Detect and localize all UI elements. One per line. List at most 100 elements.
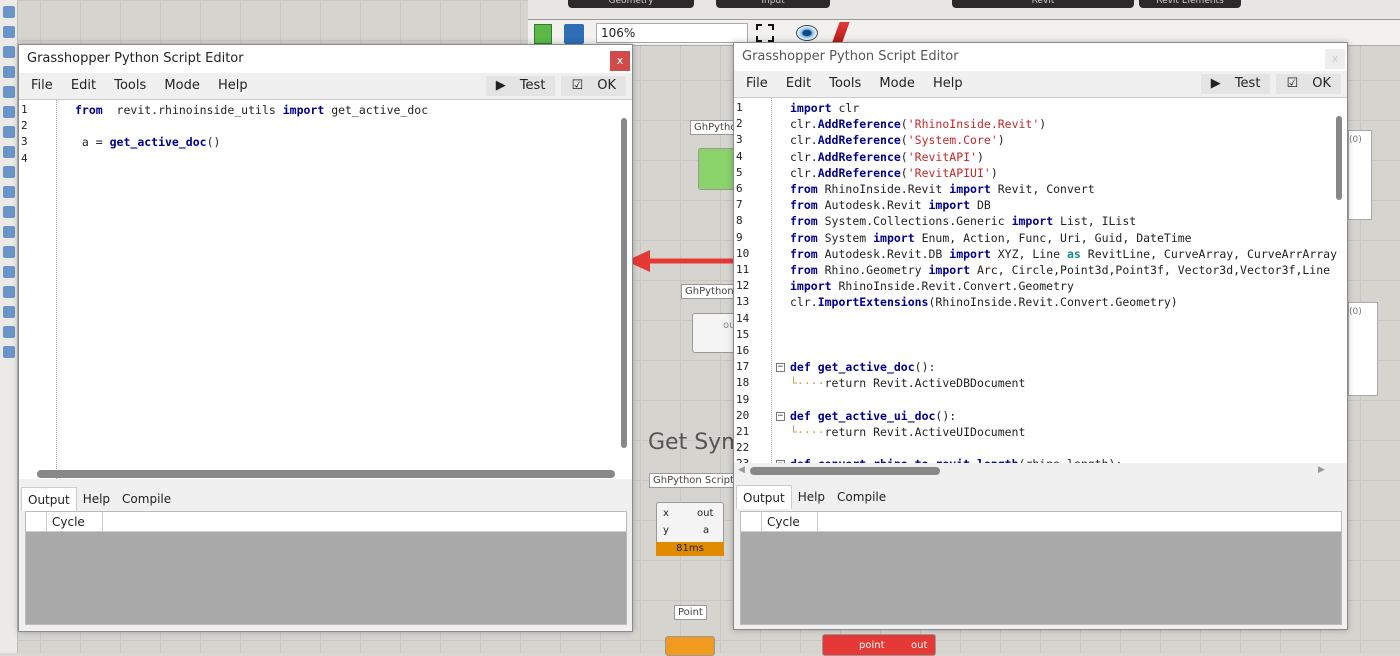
line-number: 4: [21, 151, 28, 165]
line-number: 15: [736, 327, 750, 341]
close-button[interactable]: x: [1325, 49, 1345, 69]
menu-bar: File Edit Tools Mode Help ▶ Test ☑ OK: [734, 71, 1347, 97]
sketch-pen-icon[interactable]: [832, 22, 850, 42]
column-header-cycle: Cycle: [52, 515, 85, 529]
ghpython-component[interactable]: ou: [692, 313, 736, 353]
code-line: from System import Enum, Action, Func, U…: [790, 230, 1192, 245]
canvas-component[interactable]: (0): [1348, 302, 1378, 396]
vertical-scrollbar[interactable]: [621, 118, 627, 448]
menu-mode[interactable]: Mode: [164, 78, 199, 93]
line-number: 5: [736, 165, 743, 179]
tab-help[interactable]: Help: [77, 487, 116, 511]
runtime-badge: 81ms: [656, 542, 724, 556]
output-panel: Cycle: [25, 511, 627, 625]
code-line: └····return Revit.ActiveUIDocument: [790, 425, 1026, 439]
horizontal-scrollbar[interactable]: [37, 470, 615, 478]
code-line: clr.ImportExtensions(RhinoInside.Revit.C…: [790, 295, 1178, 310]
vertical-scrollbar[interactable]: [1336, 116, 1342, 200]
line-number: 14: [736, 311, 750, 325]
code-line: clr.AddReference('RevitAPI'): [790, 149, 984, 164]
fold-toggle-icon[interactable]: −: [776, 411, 785, 421]
open-file-icon[interactable]: [534, 24, 552, 44]
line-number: 17: [736, 360, 750, 374]
component-tab-bar: Geometry Input Revit Revit Elements: [528, 0, 1400, 20]
test-button[interactable]: ▶ Test: [1200, 74, 1271, 94]
window-title: Grasshopper Python Script Editor: [742, 49, 959, 64]
checkbox-icon: ☑: [1281, 76, 1308, 91]
canvas-component[interactable]: (0): [1348, 130, 1372, 220]
scroll-left-icon[interactable]: ◀: [738, 465, 745, 475]
menu-help[interactable]: Help: [218, 78, 248, 93]
zoom-extents-icon[interactable]: [756, 24, 774, 42]
tab-help[interactable]: Help: [792, 485, 831, 509]
tab-output[interactable]: Output: [736, 485, 792, 509]
title-bar: Grasshopper Python Script Editor x: [734, 43, 1347, 71]
menu-mode[interactable]: Mode: [879, 76, 914, 91]
tab-input[interactable]: Input: [716, 0, 830, 8]
line-number: 3: [736, 133, 743, 147]
fold-toggle-icon[interactable]: −: [776, 363, 785, 373]
menu-file[interactable]: File: [31, 78, 53, 93]
menu-tools[interactable]: Tools: [829, 76, 861, 91]
line-number: 6: [736, 182, 743, 195]
ghpython-script-component[interactable]: x y out a 81ms: [656, 502, 724, 556]
group-title: Get Sym: [648, 430, 743, 455]
ok-button[interactable]: ☑ OK: [561, 76, 626, 96]
menu-edit[interactable]: Edit: [71, 78, 96, 93]
code-line: def get_active_ui_doc():: [790, 408, 957, 423]
line-number: 7: [736, 198, 743, 212]
code-editor[interactable]: 1 import clr 2 clr.AddReference('RhinoInsid…: [734, 97, 1347, 463]
tab-compile[interactable]: Compile: [116, 487, 177, 511]
tab-output[interactable]: Output: [21, 487, 77, 511]
line-number: 19: [736, 392, 750, 406]
window-title: Grasshopper Python Script Editor: [27, 51, 244, 66]
ghpython-component[interactable]: [698, 148, 738, 190]
play-icon: ▶: [1205, 76, 1230, 91]
preview-eye-icon[interactable]: [796, 25, 818, 41]
red-arrow-annotation: [626, 250, 736, 272]
horizontal-scrollbar[interactable]: [750, 467, 940, 475]
line-number: 18: [736, 376, 750, 390]
component-label: Point: [674, 605, 707, 620]
line-number: 4: [736, 149, 743, 163]
test-button[interactable]: ▶ Test: [485, 76, 556, 96]
checkbox-icon: ☑: [566, 78, 593, 93]
tab-revit[interactable]: Revit: [952, 0, 1134, 8]
tab-geometry[interactable]: Geometry: [568, 0, 694, 8]
code-line: import RhinoInside.Revit.Convert.Geometr…: [790, 279, 1074, 294]
code-line: clr.AddReference('RevitAPIUI'): [790, 165, 998, 180]
scroll-right-icon[interactable]: ▶: [1318, 465, 1325, 475]
ok-button[interactable]: ☑ OK: [1276, 74, 1341, 94]
line-number: 22: [736, 441, 750, 455]
horizontal-scrollbar-track[interactable]: ◀ ▶: [734, 463, 1347, 479]
close-button[interactable]: x: [610, 51, 630, 71]
python-editor-window-right: Grasshopper Python Script Editor x File …: [733, 42, 1348, 630]
code-line: └····return Revit.ActiveDBDocument: [790, 376, 1026, 391]
title-bar: Grasshopper Python Script Editor x: [19, 45, 632, 73]
python-editor-window-left: Grasshopper Python Script Editor x File …: [18, 44, 633, 632]
code-line: clr.AddReference('System.Core'): [790, 133, 1005, 148]
save-icon[interactable]: [564, 24, 584, 44]
line-number: 20: [736, 408, 750, 422]
line-number: 13: [736, 295, 750, 309]
line-number: 10: [736, 246, 750, 260]
code-line: import clr: [790, 101, 860, 115]
tab-compile[interactable]: Compile: [831, 485, 892, 509]
line-number: 12: [736, 279, 750, 293]
menu-help[interactable]: Help: [933, 76, 963, 91]
column-header-cycle: Cycle: [767, 515, 800, 529]
line-number: 9: [736, 230, 743, 244]
code-editor[interactable]: 1 from revit.rhinoinside_utils import get…: [19, 99, 632, 479]
code-line: from System.Collections.Generic import L…: [790, 214, 1137, 229]
point-component[interactable]: [665, 636, 715, 656]
tab-revit-elements[interactable]: Revit Elements: [1139, 0, 1241, 8]
zoom-select[interactable]: 106%: [596, 23, 748, 43]
menu-file[interactable]: File: [746, 76, 768, 91]
menu-tools[interactable]: Tools: [114, 78, 146, 93]
menu-bar: File Edit Tools Mode Help ▶ Test ☑ OK: [19, 73, 632, 99]
menu-edit[interactable]: Edit: [786, 76, 811, 91]
play-icon: ▶: [490, 78, 515, 93]
code-line: from Rhino.Geometry import Arc, Circle,P…: [790, 263, 1331, 277]
line-number: 11: [736, 263, 750, 276]
bottom-tabs: Output Help Compile: [736, 485, 892, 509]
